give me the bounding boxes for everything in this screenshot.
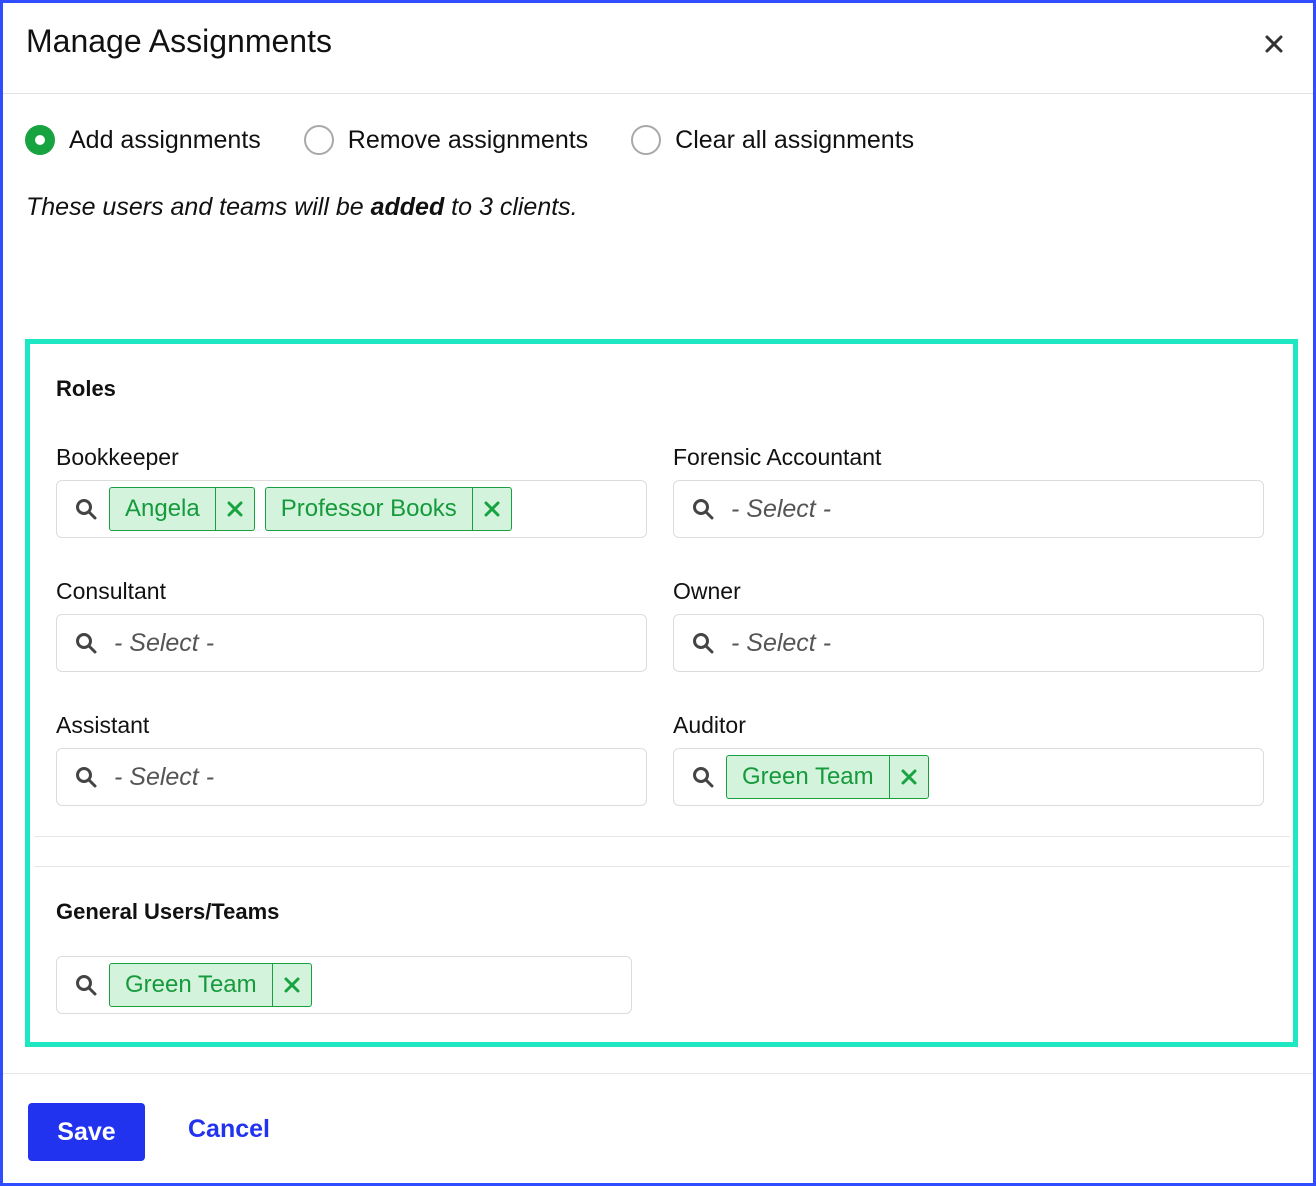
search-icon	[76, 767, 97, 788]
remove-chip-button[interactable]	[271, 964, 311, 1006]
manage-assignments-dialog: Manage Assignments Add assignments Remov…	[0, 0, 1316, 1186]
owner-picker[interactable]: - Select -	[673, 614, 1264, 672]
dialog-title: Manage Assignments	[26, 23, 332, 59]
bookkeeper-label: Bookkeeper	[56, 444, 179, 470]
forensic-accountant-label: Forensic Accountant	[673, 444, 882, 470]
auditor-picker[interactable]: Green Team	[673, 748, 1264, 806]
section-divider	[34, 866, 1290, 867]
remove-chip-icon	[901, 769, 917, 785]
summary-prefix: These users and teams will be	[26, 193, 371, 221]
close-icon	[1265, 35, 1283, 53]
assignment-mode-radio-group: Add assignments Remove assignments Clear…	[25, 125, 957, 155]
selected-chip: Professor Books	[264, 487, 512, 531]
search-icon	[76, 499, 97, 520]
remove-chip-icon	[284, 977, 300, 993]
general-section-title: General Users/Teams	[56, 899, 280, 924]
picker-placeholder: - Select -	[731, 494, 832, 523]
radio-unchecked-icon	[303, 125, 334, 155]
assignment-summary: These users and teams will be added to 3…	[26, 193, 578, 222]
radio-add-assignments[interactable]: Add assignments	[25, 125, 261, 155]
chip-label: Green Team	[125, 971, 257, 998]
remove-chip-button[interactable]	[471, 488, 511, 530]
consultant-picker[interactable]: - Select -	[56, 614, 647, 672]
search-icon	[693, 633, 714, 654]
radio-checked-icon	[25, 125, 55, 155]
radio-remove-assignments[interactable]: Remove assignments	[303, 125, 589, 155]
save-button[interactable]: Save	[28, 1103, 145, 1161]
radio-label: Clear all assignments	[675, 125, 915, 154]
chip-label: Angela	[125, 495, 200, 522]
dialog-header: Manage Assignments	[3, 3, 1313, 94]
remove-chip-icon	[484, 501, 500, 517]
owner-label: Owner	[673, 578, 741, 604]
search-icon	[76, 975, 97, 996]
radio-label: Remove assignments	[347, 125, 589, 154]
section-divider	[34, 836, 1290, 837]
assistant-label: Assistant	[56, 712, 150, 738]
close-button[interactable]	[1259, 29, 1289, 59]
picker-placeholder: - Select -	[114, 628, 215, 657]
cancel-button[interactable]: Cancel	[188, 1115, 270, 1144]
selected-chip: Green Team	[726, 755, 929, 799]
auditor-label: Auditor	[673, 712, 746, 738]
assignments-highlight-box	[25, 339, 1298, 1047]
radio-clear-all-assignments[interactable]: Clear all assignments	[631, 125, 914, 155]
forensic-accountant-picker[interactable]: - Select -	[673, 480, 1264, 538]
assistant-picker[interactable]: - Select -	[56, 748, 647, 806]
selected-chip: Green Team	[109, 963, 312, 1007]
footer-divider	[3, 1073, 1313, 1074]
consultant-label: Consultant	[56, 578, 166, 604]
summary-suffix: to 3 clients.	[444, 193, 578, 221]
summary-action: added	[370, 193, 445, 221]
remove-chip-icon	[227, 501, 243, 517]
general-users-teams-picker[interactable]: Green Team	[56, 956, 632, 1014]
search-icon	[693, 767, 714, 788]
radio-label: Add assignments	[69, 125, 261, 154]
remove-chip-button[interactable]	[888, 756, 928, 798]
search-icon	[76, 633, 97, 654]
bookkeeper-picker[interactable]: Angela Professor Books	[56, 480, 647, 538]
remove-chip-button[interactable]	[214, 488, 254, 530]
picker-placeholder: - Select -	[114, 762, 215, 791]
selected-chip: Angela	[109, 487, 255, 531]
roles-section-title: Roles	[56, 376, 116, 401]
chip-label: Green Team	[742, 763, 874, 790]
radio-unchecked-icon	[631, 125, 662, 155]
chip-label: Professor Books	[280, 495, 457, 522]
search-icon	[693, 499, 714, 520]
picker-placeholder: - Select -	[731, 628, 832, 657]
